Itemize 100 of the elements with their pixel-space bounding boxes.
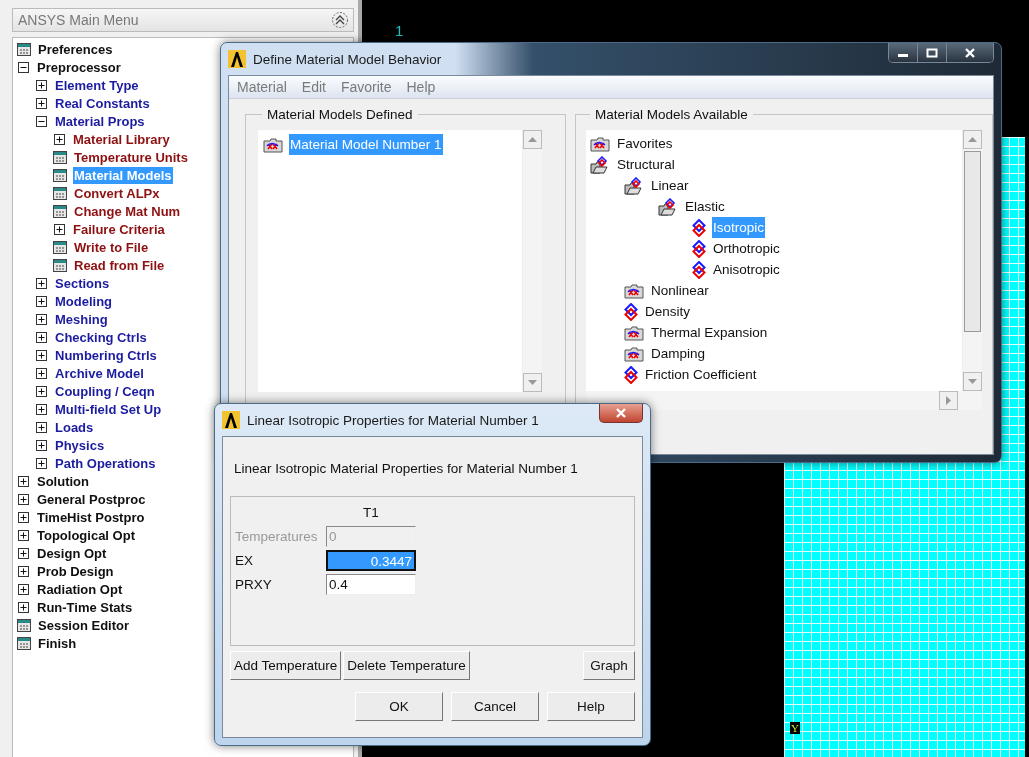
plus-box-icon[interactable] xyxy=(36,349,47,361)
menu-item[interactable]: Run-Time Stats xyxy=(36,598,134,616)
menu-item[interactable]: Element Type xyxy=(54,76,140,94)
menu-item[interactable]: Archive Model xyxy=(54,364,145,382)
menu-item[interactable]: Multi-field Set Up xyxy=(54,400,163,418)
plus-box-icon[interactable] xyxy=(18,565,29,577)
tree-item[interactable]: Damping xyxy=(650,343,707,364)
menu-item[interactable]: Topological Opt xyxy=(36,526,136,544)
menu-item[interactable]: Edit xyxy=(301,79,326,95)
plus-box-icon[interactable] xyxy=(36,79,47,91)
group-title: Material Models Defined xyxy=(266,107,414,122)
plus-box-icon[interactable] xyxy=(18,475,29,487)
folder-icon xyxy=(263,136,283,153)
plus-box-icon[interactable] xyxy=(18,511,29,523)
plus-box-icon[interactable] xyxy=(18,547,29,559)
maximize-button[interactable] xyxy=(918,43,947,62)
tree-item[interactable]: Elastic xyxy=(684,196,726,217)
close-button[interactable] xyxy=(947,43,993,62)
sheet-icon xyxy=(53,204,67,218)
menu-item[interactable]: Design Opt xyxy=(36,544,108,562)
dialog-button[interactable]: Add Temperature xyxy=(230,651,342,680)
menu-item[interactable]: Preferences xyxy=(37,40,114,58)
menu-item[interactable]: Prob Design xyxy=(36,562,115,580)
plus-box-icon[interactable] xyxy=(36,97,47,109)
menu-item[interactable]: Material Library xyxy=(72,130,171,148)
minus-box-icon[interactable] xyxy=(18,61,29,73)
menu-item[interactable]: Read from File xyxy=(73,256,166,274)
plus-box-icon[interactable] xyxy=(18,529,29,541)
menu-item[interactable]: Failure Criteria xyxy=(72,220,166,238)
plus-box-icon[interactable] xyxy=(36,403,47,415)
menu-item[interactable]: Preprocessor xyxy=(36,58,122,76)
column-header: T1 xyxy=(362,504,380,520)
menu-item[interactable]: Material Props xyxy=(54,112,146,130)
menu-item[interactable]: Session Editor xyxy=(37,616,131,634)
plus-box-icon[interactable] xyxy=(36,277,47,289)
collapse-icon[interactable] xyxy=(331,11,349,29)
dialog-button[interactable]: Help xyxy=(547,692,635,721)
input-field[interactable]: 0.4 xyxy=(326,573,416,595)
menu-item[interactable]: Loads xyxy=(54,418,95,436)
plus-box-icon[interactable] xyxy=(36,421,47,433)
tree-item[interactable]: Favorites xyxy=(616,133,674,154)
minimize-button[interactable] xyxy=(889,43,918,62)
menu-item[interactable]: TimeHist Postpro xyxy=(36,508,146,526)
close-button[interactable] xyxy=(599,404,643,423)
dialog-button[interactable]: Delete Temperature xyxy=(343,651,470,680)
horizontal-scrollbar[interactable] xyxy=(586,391,982,410)
tree-item[interactable]: Nonlinear xyxy=(650,280,710,301)
menu-item[interactable]: Sections xyxy=(54,274,111,292)
sheet-icon xyxy=(53,186,67,200)
plus-box-icon[interactable] xyxy=(18,583,29,595)
dialog-button[interactable]: Cancel xyxy=(451,692,539,721)
menu-item[interactable]: Radiation Opt xyxy=(36,580,124,598)
menu-item[interactable]: Change Mat Num xyxy=(73,202,182,220)
tree-item[interactable]: Density xyxy=(644,301,691,322)
menu-item[interactable]: Path Operations xyxy=(54,454,157,472)
axis-label: Y xyxy=(790,722,800,734)
dialog-button[interactable]: OK xyxy=(355,692,443,721)
diamond-icon xyxy=(692,218,706,237)
plus-box-icon[interactable] xyxy=(36,367,47,379)
minus-box-icon[interactable] xyxy=(36,115,47,127)
menu-item[interactable]: General Postproc xyxy=(36,490,147,508)
plus-box-icon[interactable] xyxy=(54,133,65,145)
plus-box-icon[interactable] xyxy=(36,457,47,469)
diamond-icon xyxy=(624,365,638,384)
diamond-icon xyxy=(692,260,706,279)
menu-item[interactable]: Real Constants xyxy=(54,94,151,112)
menu-item[interactable]: Solution xyxy=(36,472,90,490)
menu-item[interactable]: Favorite xyxy=(340,79,392,95)
menu-item[interactable]: Temperature Units xyxy=(73,148,189,166)
tree-item[interactable]: Thermal Expansion xyxy=(650,322,769,343)
menu-item[interactable]: Modeling xyxy=(54,292,114,310)
menu-item[interactable]: Numbering Ctrls xyxy=(54,346,158,364)
menu-item[interactable]: Write to File xyxy=(73,238,150,256)
tree-item[interactable]: Anisotropic xyxy=(712,259,781,280)
sheet-icon xyxy=(17,636,31,650)
dialog-button[interactable]: Graph xyxy=(583,651,635,680)
app-logo-icon xyxy=(222,411,240,429)
plus-box-icon[interactable] xyxy=(36,295,47,307)
plus-box-icon[interactable] xyxy=(36,385,47,397)
menu-item[interactable]: Checking Ctrls xyxy=(54,328,148,346)
tree-item[interactable]: Orthotropic xyxy=(712,238,781,259)
maximize-icon xyxy=(926,47,938,58)
plus-box-icon[interactable] xyxy=(18,493,29,505)
menu-item[interactable]: Physics xyxy=(54,436,106,454)
plus-box-icon[interactable] xyxy=(36,331,47,343)
tree-item[interactable]: Linear xyxy=(650,175,690,196)
menu-item[interactable]: Meshing xyxy=(54,310,109,328)
plus-box-icon[interactable] xyxy=(36,313,47,325)
plus-box-icon[interactable] xyxy=(54,223,65,235)
tree-item[interactable]: Friction Coefficient xyxy=(644,364,758,385)
plus-box-icon[interactable] xyxy=(36,439,47,451)
menu-item[interactable]: Convert ALPx xyxy=(73,184,161,202)
menu-item[interactable]: Finish xyxy=(37,634,78,652)
menu-item[interactable]: Material xyxy=(237,79,287,95)
menu-item[interactable]: Coupling / Ceqn xyxy=(54,382,156,400)
dialog-caption: Linear Isotropic Material Properties for Material Number 1 xyxy=(234,461,579,476)
menu-item[interactable]: Help xyxy=(406,79,436,95)
plus-box-icon[interactable] xyxy=(18,601,29,613)
sheet-icon xyxy=(53,240,67,254)
tree-item[interactable]: Structural xyxy=(616,154,676,175)
